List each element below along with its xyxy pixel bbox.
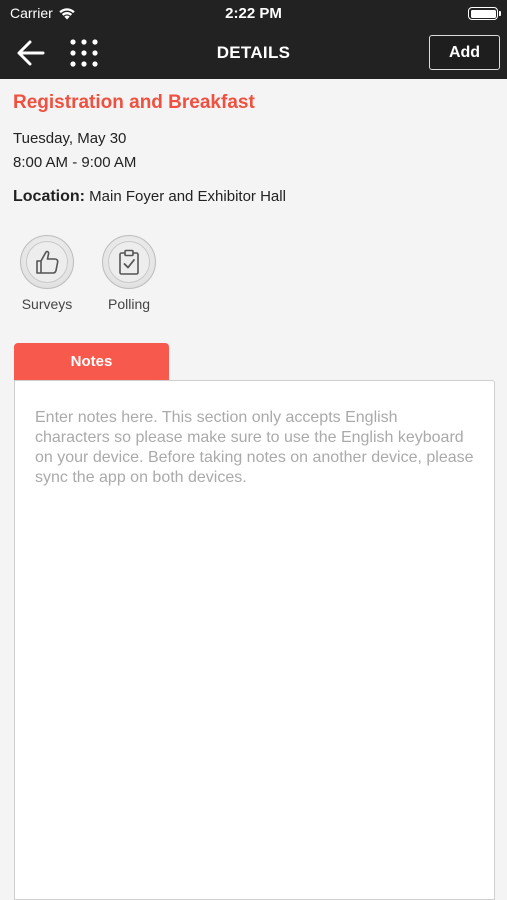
thumbs-up-icon [36,250,59,274]
surveys-label: Surveys [21,296,73,312]
navigation-bar: DETAILS Add [0,27,507,79]
session-actions: Surveys Polling [19,235,157,312]
notes-textarea[interactable] [35,408,474,878]
status-bar: Carrier 2:22 PM [0,0,507,27]
session-time: 8:00 AM - 9:00 AM [13,154,137,171]
surveys-circle [20,235,74,289]
session-date: Tuesday, May 30 [13,130,127,147]
polling-label: Polling [107,296,151,312]
clipboard-check-icon [119,249,139,275]
session-location: Location: Main Foyer and Exhibitor Hall [13,188,286,206]
location-value: Main Foyer and Exhibitor Hall [89,188,286,205]
polling-circle [102,235,156,289]
tab-notes[interactable]: Notes [14,343,169,380]
polling-button[interactable]: Polling [101,235,157,312]
session-details: Registration and Breakfast Tuesday, May … [13,92,495,900]
surveys-button[interactable]: Surveys [19,235,75,312]
status-time: 2:22 PM [225,5,282,22]
add-button[interactable]: Add [429,35,500,70]
notes-panel [14,380,495,900]
location-label: Location: [13,188,85,205]
session-title: Registration and Breakfast [13,92,255,113]
battery-icon [468,7,501,20]
